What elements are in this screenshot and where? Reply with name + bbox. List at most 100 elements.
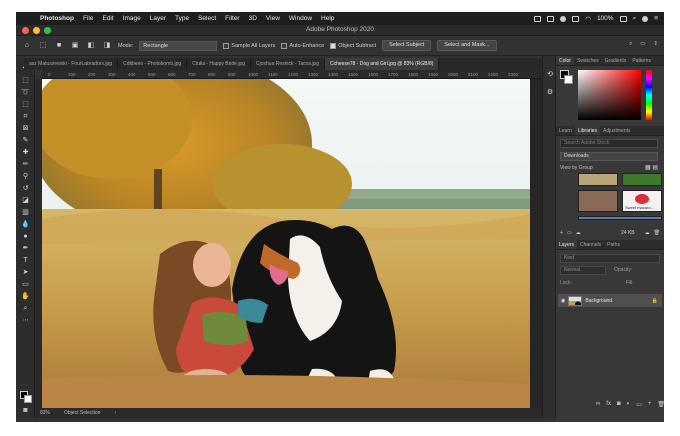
share-icon[interactable]: ⇪ [653,41,658,48]
zoom-tool-icon[interactable]: ⌕ [19,304,32,314]
intersect-selection-icon[interactable]: ◨ [102,41,112,51]
link-layers-icon[interactable]: ∞ [596,401,600,408]
menu-file[interactable]: File [83,15,93,22]
tab-tacos[interactable]: Cjoshua Resnick - Tacos.jpg [251,58,325,70]
background-color-swatch[interactable] [564,75,573,84]
hand-tool-icon[interactable]: ✋ [19,292,32,302]
blur-tool-icon[interactable]: 💧 [19,220,32,230]
cloud-icon[interactable] [572,15,580,22]
trash-icon[interactable]: 🗑 [654,230,660,236]
stock-search-input[interactable]: Search Adobe Stock [560,139,658,148]
blend-mode-select[interactable]: Normal [560,266,606,275]
menu-type[interactable]: Type [175,15,189,22]
mode-select[interactable]: Rectangle [139,40,218,51]
checkbox-box[interactable] [223,42,230,49]
lasso-tool-icon[interactable]: ➰ [19,88,32,98]
screen-icon[interactable] [534,15,542,22]
eyedropper-tool-icon[interactable]: ✎ [19,136,32,146]
eraser-tool-icon[interactable]: ◪ [19,196,32,206]
menu-layer[interactable]: Layer [150,15,166,22]
object-selection-tool-icon[interactable]: ⬚ [19,100,32,110]
zoom-level[interactable]: 83% [40,410,50,416]
dodge-tool-icon[interactable]: ● [19,232,32,242]
tab-photobomb[interactable]: Cdtiberio - Photobomb.jpg [118,58,188,70]
library-thumbnail[interactable] [578,190,618,212]
layer-row-background[interactable]: ◉ Background 🔒 [558,294,662,307]
pen-tool-icon[interactable]: ✒ [19,244,32,254]
background-color-swatch[interactable] [24,395,32,403]
tab-happy-bride[interactable]: Ctulia - Happy Bride.jpg [187,58,251,70]
document-image[interactable] [42,79,530,408]
add-selection-icon[interactable]: ▣ [70,41,80,51]
tab-paths[interactable]: Paths [604,240,623,249]
frame-tool-icon[interactable]: ⊠ [19,124,32,134]
checkbox-box-checked[interactable] [330,42,337,49]
record-icon[interactable] [560,15,567,22]
clone-stamp-tool-icon[interactable]: ⚲ [19,172,32,182]
tab-channels[interactable]: Channels [577,240,604,249]
library-select[interactable]: Downloads [560,152,658,161]
layer-style-icon[interactable]: fx [606,401,611,408]
object-subtract-checkbox[interactable]: Object Subtract [330,42,376,49]
menu-3d[interactable]: 3D [249,15,257,22]
library-thumbnail[interactable] [578,173,618,186]
subtract-selection-icon[interactable]: ◧ [86,41,96,51]
delete-layer-icon[interactable]: 🗑 [657,401,664,408]
rectangle-tool-icon[interactable]: ▭ [19,280,32,290]
tab-gradients[interactable]: Gradients [602,56,630,65]
color-picker-field[interactable] [578,70,641,120]
home-icon[interactable]: ⌂ [22,41,32,51]
tab-layers[interactable]: Layers [556,240,578,249]
new-group-icon[interactable]: ▭ [636,401,642,408]
select-subject-button[interactable]: Select Subject [382,40,432,51]
history-panel-icon[interactable]: ⟲ [545,70,555,80]
visibility-eye-icon[interactable]: ◉ [561,298,565,304]
more-tools-icon[interactable]: ⋯ [19,316,32,326]
history-brush-tool-icon[interactable]: ↺ [19,184,32,194]
quick-mask-icon[interactable]: ◙ [19,406,32,416]
search-icon[interactable]: ⌕ [629,41,632,48]
search-icon[interactable]: ⌕ [633,15,637,23]
cloud-icon[interactable]: ☁ [576,230,581,236]
menu-view[interactable]: View [266,15,280,22]
display-icon[interactable] [547,15,555,22]
menu-icon[interactable]: ≡ [654,15,658,22]
user-icon[interactable] [642,15,649,22]
library-thumbnail-macaron[interactable]: Sweet macaro... [622,190,662,212]
tab-adjustments[interactable]: Adjustments [600,126,634,135]
menu-photoshop[interactable]: Photoshop [40,15,74,22]
tab-libraries[interactable]: Libraries [574,126,600,135]
status-arrow-icon[interactable]: › [114,410,116,416]
library-thumbnail[interactable] [578,216,662,220]
tab-dog-and-girl[interactable]: Ccheese78 - Dog and Girl.jpg @ 83% (RGB/… [325,58,440,70]
cloud-sync-icon[interactable]: ☁ [645,230,650,236]
gradient-tool-icon[interactable]: ▥ [19,208,32,218]
sample-all-layers-checkbox[interactable]: Sample All Layers [223,42,275,49]
tab-four-labradors[interactable]: asz Matuszewski - FourLabradors.jpg [24,58,119,70]
wifi-icon[interactable]: ◠ [585,15,591,23]
view-by-group-dropdown[interactable]: View by Group [560,165,593,171]
object-selection-tool-icon[interactable]: ⬚ [38,41,48,51]
checkbox-box[interactable] [281,42,288,49]
menu-select[interactable]: Select [198,15,216,22]
properties-panel-icon[interactable]: ⚙ [545,88,555,98]
canvas-area[interactable] [42,79,542,408]
crop-tool-icon[interactable]: ⌗ [19,112,32,122]
new-selection-icon[interactable]: ■ [54,41,64,51]
layer-mask-icon[interactable]: ◙ [617,401,621,408]
lock-icon[interactable]: 🔒 [652,298,658,304]
select-and-mask-button[interactable]: Select and Mask... [437,40,497,51]
menu-image[interactable]: Image [123,15,141,22]
menu-window[interactable]: Window [289,15,312,22]
path-selection-tool-icon[interactable]: ➤ [19,268,32,278]
workspace-icon[interactable]: ▭ [640,41,645,48]
color-swatches[interactable] [20,391,32,403]
menu-filter[interactable]: Filter [225,15,239,22]
auto-enhance-checkbox[interactable]: Auto-Enhance [281,42,324,49]
menu-edit[interactable]: Edit [102,15,113,22]
marquee-tool-icon[interactable]: ⬚ [19,76,32,86]
layer-kind-filter[interactable]: Kind [560,254,660,263]
type-tool-icon[interactable]: T [19,256,32,266]
grid-view-icon[interactable]: ▦ ▤ [645,164,658,171]
menu-help[interactable]: Help [321,15,334,22]
